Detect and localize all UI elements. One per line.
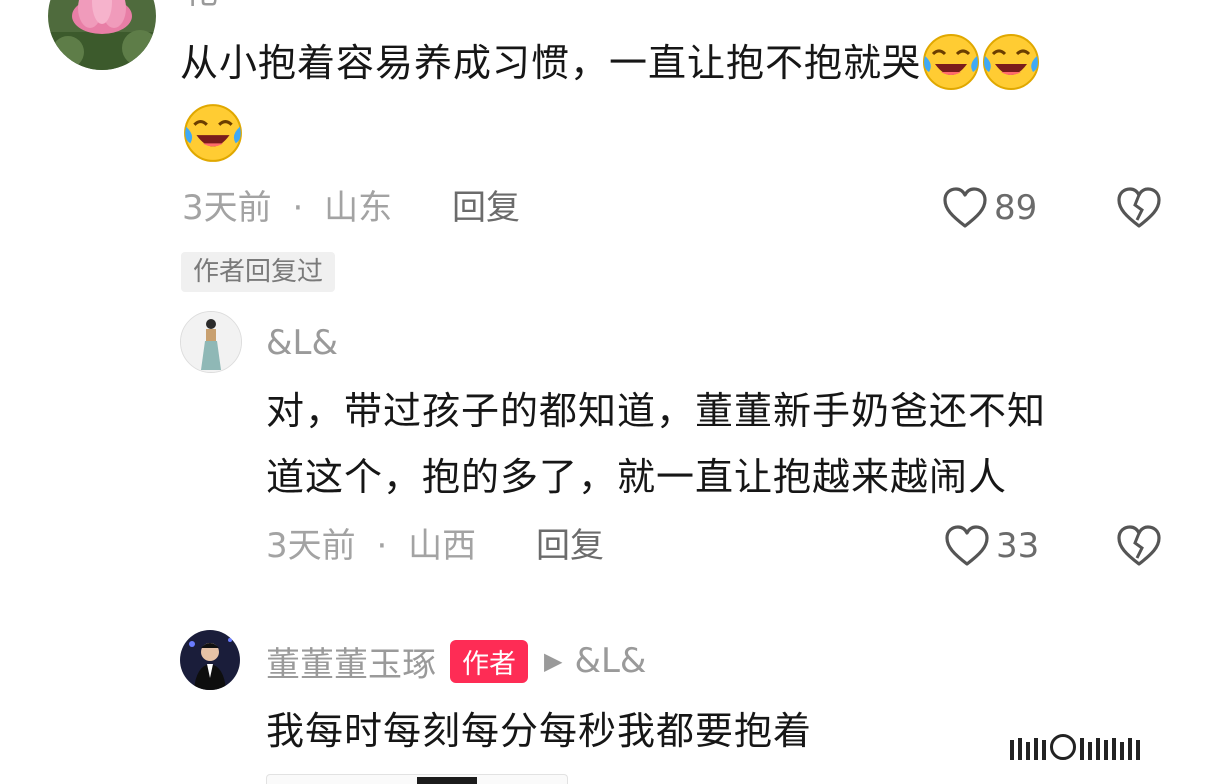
meta-separator: · <box>376 526 388 566</box>
comment-1-time: 3天前 <box>182 188 272 228</box>
comment-1-like-count: 89 <box>994 188 1038 228</box>
comment-1-text-line1: 从小抱着容易养成习惯，一直让抱不抱就哭 <box>180 41 922 85</box>
watermark-logo <box>1010 734 1200 760</box>
meta-separator: · <box>292 188 304 228</box>
reply-1-dislike-button[interactable] <box>1116 524 1162 572</box>
heart-outline-icon <box>943 187 987 228</box>
reply-1-like-count: 33 <box>996 526 1040 566</box>
lotus-avatar-image <box>48 0 156 70</box>
laughing-crying-emoji-icon <box>182 102 244 164</box>
reply-1-reply-button[interactable]: 回复 <box>536 524 604 568</box>
comment-1-meta: 3天前 · 山东 <box>182 186 392 230</box>
heart-outline-icon <box>945 525 989 566</box>
reply-to-arrow-icon: ▶ <box>544 647 563 675</box>
comment-1-reply-button[interactable]: 回复 <box>452 186 520 230</box>
avatar-author[interactable] <box>180 630 240 690</box>
reply-2-header: 董董董玉琢 作者 ▶ &L& <box>266 637 646 686</box>
avatar-reply-1[interactable] <box>180 311 242 373</box>
broken-heart-icon <box>1117 187 1161 228</box>
reply-1-meta: 3天前 · 山西 <box>266 524 476 568</box>
reply-1-username[interactable]: &L& <box>266 322 338 364</box>
man-in-suit-avatar-image <box>180 630 240 690</box>
avatar-commenter-1[interactable] <box>48 0 156 70</box>
reply-1-text: 对，带过孩子的都知道，董董新手奶爸还不知 道这个，抱的多了，就一直让抱越来越闹人 <box>266 378 1186 510</box>
comment-1-like-button[interactable]: 89 <box>942 184 1037 232</box>
reply-1-like-button[interactable]: 33 <box>944 522 1039 570</box>
reply-1-location: 山西 <box>408 526 477 566</box>
figure-avatar-image <box>181 312 241 372</box>
reply-2-text: 我每时每刻每分每秒我都要抱着 <box>266 709 813 753</box>
laughing-crying-emoji-icon <box>981 32 1041 92</box>
commenter-1-username[interactable]: 花 <box>184 0 218 12</box>
reply-1-time: 3天前 <box>266 526 356 566</box>
author-replied-badge: 作者回复过 <box>181 252 336 292</box>
reply-1-text-line1: 对，带过孩子的都知道，董董新手奶爸还不知 <box>266 389 1047 433</box>
author-username[interactable]: 董董董玉琢 <box>266 637 436 686</box>
comment-1-dislike-button[interactable] <box>1116 186 1162 234</box>
comment-1-location: 山东 <box>324 188 393 228</box>
author-badge: 作者 <box>450 639 528 683</box>
laughing-crying-emoji-icon <box>921 32 981 92</box>
broken-heart-icon <box>1117 525 1161 566</box>
reply-1-text-line2: 道这个，抱的多了，就一直让抱越来越闹人 <box>266 455 1008 499</box>
reply-to-username[interactable]: &L& <box>574 641 646 681</box>
comment-1-text: 从小抱着容易养成习惯，一直让抱不抱就哭 <box>180 30 1180 96</box>
